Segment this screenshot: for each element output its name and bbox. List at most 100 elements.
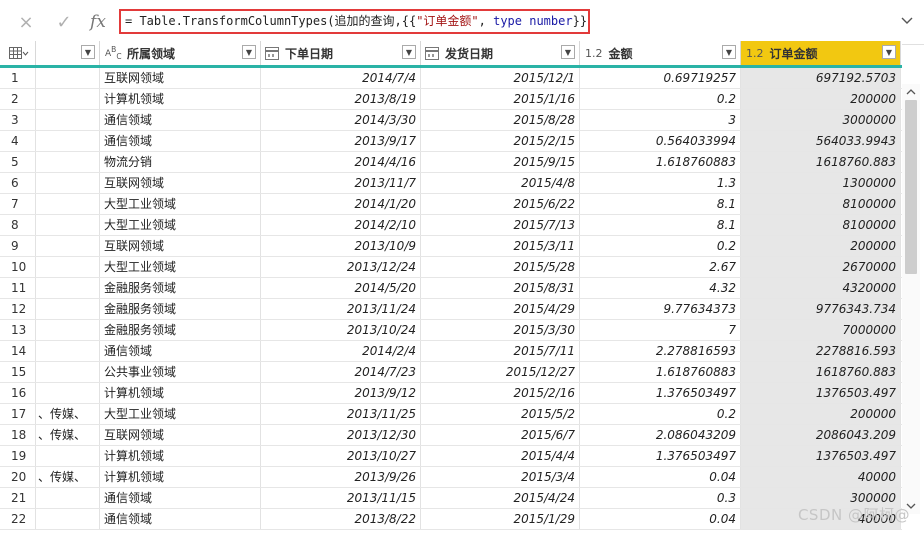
table-row[interactable]: 12 金融服务领域 2013/11/24 2015/4/29 9.77634373 977… bbox=[0, 299, 902, 320]
cell-order-date[interactable]: 2014/3/30 bbox=[261, 110, 421, 130]
cell-amount[interactable]: 2.278816593 bbox=[580, 341, 741, 361]
filter-dropdown-icon[interactable]: ▼ bbox=[402, 45, 416, 59]
cell-col1[interactable] bbox=[36, 509, 100, 529]
cell-ship-date[interactable]: 2015/9/15 bbox=[421, 152, 580, 172]
cell-order-amount[interactable]: 1300000 bbox=[741, 173, 901, 193]
cell-domain[interactable]: 互联网领域 bbox=[100, 236, 261, 256]
column-header-order-amount[interactable]: 1.2 订单金额 ▼ bbox=[741, 41, 901, 65]
cell-domain[interactable]: 计算机领域 bbox=[100, 89, 261, 109]
cell-order-amount[interactable]: 1618760.883 bbox=[741, 152, 901, 172]
row-number[interactable]: 18 bbox=[0, 425, 36, 445]
cell-amount[interactable]: 3 bbox=[580, 110, 741, 130]
row-number[interactable]: 1 bbox=[0, 68, 36, 88]
column-header-order-date[interactable]: 下单日期 ▼ bbox=[261, 41, 421, 65]
row-number[interactable]: 12 bbox=[0, 299, 36, 319]
row-number[interactable]: 10 bbox=[0, 257, 36, 277]
cell-ship-date[interactable]: 2015/6/22 bbox=[421, 194, 580, 214]
cell-ship-date[interactable]: 2015/1/29 bbox=[421, 509, 580, 529]
cell-amount[interactable]: 2.086043209 bbox=[580, 425, 741, 445]
cell-domain[interactable]: 通信领域 bbox=[100, 110, 261, 130]
cell-ship-date[interactable]: 2015/3/11 bbox=[421, 236, 580, 256]
decimal-type-icon[interactable]: 1.2 bbox=[746, 47, 764, 60]
cell-col1[interactable]: 、传媒、 bbox=[36, 425, 100, 445]
cell-col1[interactable] bbox=[36, 383, 100, 403]
cell-order-amount[interactable]: 8100000 bbox=[741, 194, 901, 214]
cell-order-amount[interactable]: 40000 bbox=[741, 467, 901, 487]
cell-col1[interactable] bbox=[36, 257, 100, 277]
cell-order-date[interactable]: 2013/12/24 bbox=[261, 257, 421, 277]
table-row[interactable]: 20 、传媒、 计算机领域 2013/9/26 2015/3/4 0.04 40000 bbox=[0, 467, 902, 488]
cell-amount[interactable]: 0.3 bbox=[580, 488, 741, 508]
cell-order-amount[interactable]: 200000 bbox=[741, 89, 901, 109]
cell-order-date[interactable]: 2014/5/20 bbox=[261, 278, 421, 298]
column-header-domain[interactable]: ABC 所属领域 ▼ bbox=[100, 41, 261, 65]
cell-order-amount[interactable]: 1376503.497 bbox=[741, 446, 901, 466]
cell-order-date[interactable]: 2013/10/27 bbox=[261, 446, 421, 466]
cell-domain[interactable]: 金融服务领域 bbox=[100, 299, 261, 319]
cell-ship-date[interactable]: 2015/4/4 bbox=[421, 446, 580, 466]
cell-domain[interactable]: 大型工业领域 bbox=[100, 194, 261, 214]
cell-order-amount[interactable]: 1376503.497 bbox=[741, 383, 901, 403]
cell-col1[interactable] bbox=[36, 341, 100, 361]
cell-order-amount[interactable]: 200000 bbox=[741, 404, 901, 424]
table-row[interactable]: 11 金融服务领域 2014/5/20 2015/8/31 4.32 4320000 bbox=[0, 278, 902, 299]
cell-amount[interactable]: 0.564033994 bbox=[580, 131, 741, 151]
table-row[interactable]: 16 计算机领域 2013/9/12 2015/2/16 1.376503497 1376… bbox=[0, 383, 902, 404]
cell-col1[interactable] bbox=[36, 236, 100, 256]
cell-order-date[interactable]: 2014/7/23 bbox=[261, 362, 421, 382]
cell-order-date[interactable]: 2013/9/12 bbox=[261, 383, 421, 403]
cell-order-amount[interactable]: 7000000 bbox=[741, 320, 901, 340]
table-row[interactable]: 15 公共事业领域 2014/7/23 2015/12/27 1.618760883 16… bbox=[0, 362, 902, 383]
table-row[interactable]: 18 、传媒、 互联网领域 2013/12/30 2015/6/7 2.086043209… bbox=[0, 425, 902, 446]
table-row[interactable]: 3 通信领域 2014/3/30 2015/8/28 3 3000000 bbox=[0, 110, 902, 131]
cell-ship-date[interactable]: 2015/3/4 bbox=[421, 467, 580, 487]
cell-ship-date[interactable]: 2015/2/15 bbox=[421, 131, 580, 151]
cell-amount[interactable]: 1.3 bbox=[580, 173, 741, 193]
cell-col1[interactable] bbox=[36, 194, 100, 214]
cell-order-date[interactable]: 2013/8/19 bbox=[261, 89, 421, 109]
cell-order-amount[interactable]: 564033.9943 bbox=[741, 131, 901, 151]
cell-domain[interactable]: 大型工业领域 bbox=[100, 257, 261, 277]
table-row[interactable]: 6 互联网领域 2013/11/7 2015/4/8 1.3 1300000 bbox=[0, 173, 902, 194]
cell-col1[interactable] bbox=[36, 278, 100, 298]
cell-amount[interactable]: 8.1 bbox=[580, 215, 741, 235]
fx-icon[interactable]: fx bbox=[85, 8, 111, 36]
cell-col1[interactable] bbox=[36, 362, 100, 382]
row-number[interactable]: 15 bbox=[0, 362, 36, 382]
row-number[interactable]: 19 bbox=[0, 446, 36, 466]
cell-domain[interactable]: 物流分销 bbox=[100, 152, 261, 172]
cell-order-date[interactable]: 2013/11/7 bbox=[261, 173, 421, 193]
row-number[interactable]: 2 bbox=[0, 89, 36, 109]
date-type-icon[interactable] bbox=[425, 46, 439, 60]
scrollbar-thumb[interactable] bbox=[905, 100, 917, 274]
table-row[interactable]: 10 大型工业领域 2013/12/24 2015/5/28 2.67 2670000 bbox=[0, 257, 902, 278]
row-number[interactable]: 22 bbox=[0, 509, 36, 529]
cell-amount[interactable]: 0.04 bbox=[580, 467, 741, 487]
text-type-icon[interactable]: ABC bbox=[105, 45, 122, 61]
cell-domain[interactable]: 计算机领域 bbox=[100, 383, 261, 403]
cell-domain[interactable]: 计算机领域 bbox=[100, 446, 261, 466]
cell-domain[interactable]: 通信领域 bbox=[100, 341, 261, 361]
table-row[interactable]: 19 计算机领域 2013/10/27 2015/4/4 1.376503497 1376… bbox=[0, 446, 902, 467]
cell-domain[interactable]: 大型工业领域 bbox=[100, 215, 261, 235]
cell-domain[interactable]: 互联网领域 bbox=[100, 173, 261, 193]
cell-col1[interactable] bbox=[36, 446, 100, 466]
row-number[interactable]: 7 bbox=[0, 194, 36, 214]
cell-order-amount[interactable]: 8100000 bbox=[741, 215, 901, 235]
cell-amount[interactable]: 1.618760883 bbox=[580, 362, 741, 382]
scroll-up-icon[interactable] bbox=[902, 84, 920, 100]
table-menu-button[interactable] bbox=[0, 41, 36, 65]
cell-ship-date[interactable]: 2015/12/1 bbox=[421, 68, 580, 88]
cell-order-date[interactable]: 2013/10/24 bbox=[261, 320, 421, 340]
cell-order-amount[interactable]: 200000 bbox=[741, 236, 901, 256]
cell-ship-date[interactable]: 2015/2/16 bbox=[421, 383, 580, 403]
cell-ship-date[interactable]: 2015/1/16 bbox=[421, 89, 580, 109]
cell-order-amount[interactable]: 2086043.209 bbox=[741, 425, 901, 445]
table-row[interactable]: 4 通信领域 2013/9/17 2015/2/15 0.564033994 564033… bbox=[0, 131, 902, 152]
cell-order-date[interactable]: 2014/7/4 bbox=[261, 68, 421, 88]
cell-order-amount[interactable]: 4320000 bbox=[741, 278, 901, 298]
cell-order-amount[interactable]: 2278816.593 bbox=[741, 341, 901, 361]
cell-order-date[interactable]: 2014/1/20 bbox=[261, 194, 421, 214]
cell-order-date[interactable]: 2013/10/9 bbox=[261, 236, 421, 256]
column-header-ship-date[interactable]: 发货日期 ▼ bbox=[421, 41, 580, 65]
